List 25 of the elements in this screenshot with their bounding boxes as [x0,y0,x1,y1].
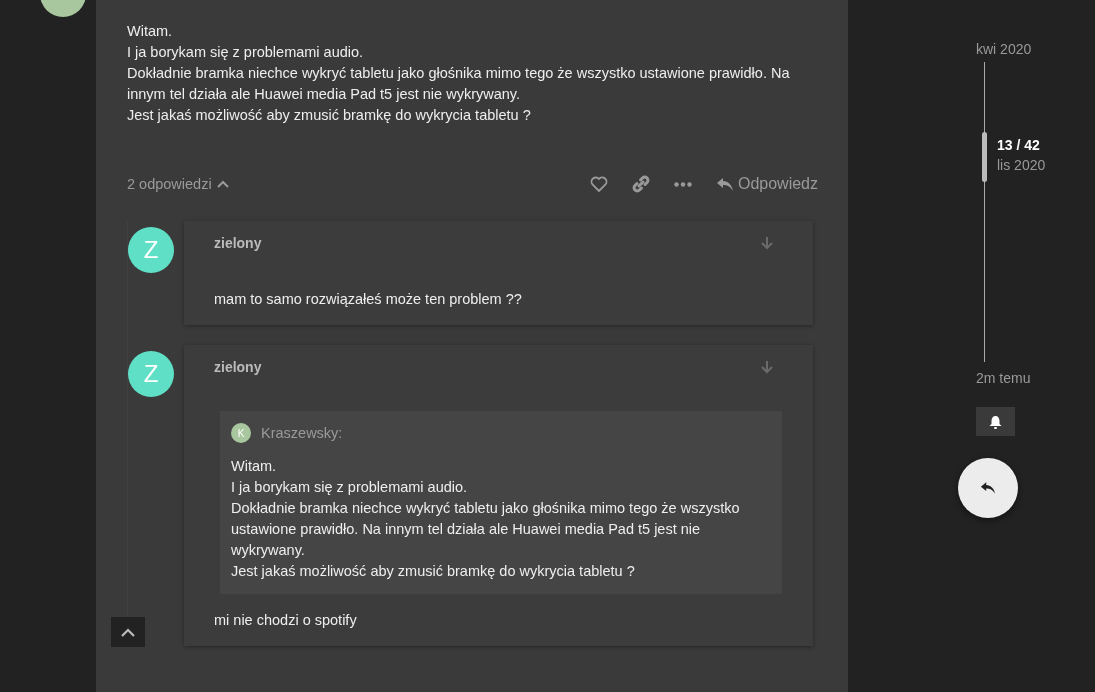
reply-fab[interactable] [958,458,1018,518]
reply-icon [980,481,996,495]
link-icon[interactable] [631,175,650,193]
quote-author: Kraszewsky: [261,425,343,441]
timeline-end-date[interactable]: 2m temu [976,370,1031,386]
reply-button[interactable]: Odpowiedz [715,175,818,193]
reply-text: mam to samo rozwiązałeś może ten problem ?? [214,291,523,307]
post-position: 13 / 42 [997,137,1041,153]
replies-toggle[interactable]: 2 odpowiedzi [127,176,229,192]
position-date: lis 2020 [997,157,1046,173]
bell-icon [989,414,1002,429]
chevron-up-icon [121,627,135,637]
timeline-start-date[interactable]: kwi 2020 [976,41,1032,57]
reply-text: mi nie chodzi o spotify [214,612,358,628]
caret-icon [216,180,229,188]
username[interactable]: zielony [214,235,262,251]
more-icon[interactable] [673,181,692,187]
scroll-top-button[interactable] [111,617,145,647]
notification-button[interactable] [976,407,1015,436]
reply-icon [715,176,734,192]
timeline-handle[interactable] [982,132,987,182]
heart-icon[interactable] [589,176,608,192]
quote-text: Witam. I ja borykam się z problemami audio. Dokładnie bramka niechce wykryć tabletu jako głośnika mimo tego że wszystko ustawione prawidło. Na innym tel działa ale Huawei media Pad t5 jest nie wykrywany. Jest jakaś możliwość aby zmusić bramkę do wykrycia tabletu ? [231,457,741,581]
post-text: Witam. I ja borykam się z problemami audio. Dokładnie bramka niechce wykryć tabletu jako głośnika mimo tego że wszystko ustawione prawidło. Na innym tel działa ale Huawei media Pad t5 jest nie wykrywany. Jest jakaś możliwość aby zmusić bramkę do wykrycia tabletu ? [127,22,791,125]
username[interactable]: zielony [214,359,262,375]
